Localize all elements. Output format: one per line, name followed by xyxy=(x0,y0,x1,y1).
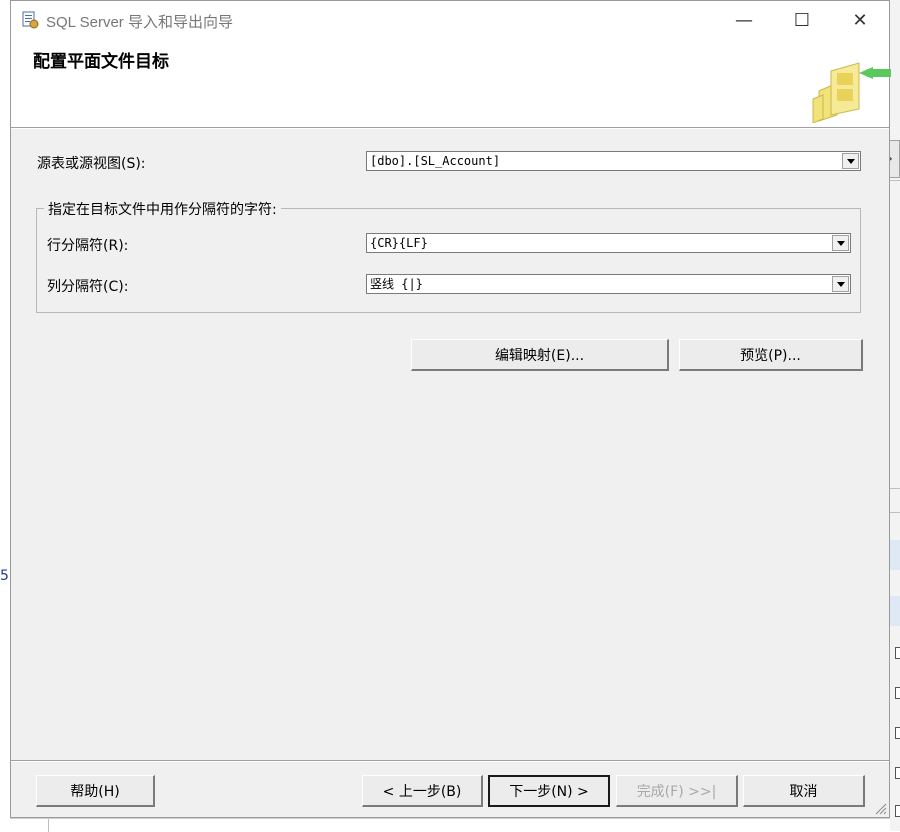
row-delimiter-label: 行分隔符(R): xyxy=(47,238,129,254)
resize-grip-icon[interactable] xyxy=(873,801,887,815)
delimiter-group xyxy=(36,208,861,313)
background-checkbox[interactable] xyxy=(895,647,900,659)
wizard-window: SQL Server 导入和导出向导 — ☐ ✕ 配置平面文件目标 源表或源视图… xyxy=(10,0,891,818)
finish-button: 完成(F) >>| xyxy=(616,775,738,807)
background-checkbox[interactable] xyxy=(895,805,900,817)
window-title: SQL Server 导入和导出向导 xyxy=(46,14,233,31)
row-delimiter-value: {CR}{LF} xyxy=(370,236,428,250)
background-right xyxy=(890,0,900,831)
close-button[interactable]: ✕ xyxy=(831,1,889,39)
next-button[interactable]: 下一步(N) > xyxy=(488,775,610,807)
maximize-button[interactable]: ☐ xyxy=(773,1,831,39)
row-delimiter-select[interactable]: {CR}{LF} xyxy=(366,233,851,253)
column-delimiter-dropdown-button[interactable] xyxy=(832,276,849,292)
column-delimiter-select[interactable]: 竖线 {|} xyxy=(366,274,851,294)
help-button[interactable]: 帮助(H) xyxy=(36,775,155,807)
background-left xyxy=(0,0,10,831)
column-delimiter-value: 竖线 {|} xyxy=(370,277,423,291)
column-delimiter-label: 列分隔符(C): xyxy=(47,279,129,295)
footer-divider-highlight xyxy=(11,761,889,762)
title-bar[interactable]: SQL Server 导入和导出向导 — ☐ ✕ xyxy=(11,1,889,39)
row-delimiter-dropdown-button[interactable] xyxy=(832,235,849,251)
minimize-icon: — xyxy=(735,9,753,31)
page-title: 配置平面文件目标 xyxy=(33,52,169,72)
background-checkbox[interactable] xyxy=(895,727,900,739)
minimize-button[interactable]: — xyxy=(715,1,773,39)
header-divider-highlight xyxy=(11,128,889,129)
background-bottom xyxy=(10,818,890,832)
chevron-down-icon xyxy=(846,158,855,164)
chevron-down-icon xyxy=(836,281,845,287)
edit-mappings-button[interactable]: 编辑映射(E)... xyxy=(411,339,669,371)
source-table-select[interactable]: [dbo].[SL_Account] xyxy=(366,151,861,171)
background-checkbox[interactable] xyxy=(895,767,900,779)
cancel-button[interactable]: 取消 xyxy=(743,775,865,807)
maximize-icon: ☐ xyxy=(793,9,811,31)
background-checkbox[interactable] xyxy=(895,687,900,699)
chevron-down-icon xyxy=(836,240,845,246)
wizard-header: 配置平面文件目标 xyxy=(11,39,891,127)
back-button[interactable]: < 上一步(B) xyxy=(362,775,483,807)
preview-button[interactable]: 预览(P)... xyxy=(679,339,863,371)
wizard-app-icon xyxy=(22,11,39,29)
delimiter-group-label: 指定在目标文件中用作分隔符的字符: xyxy=(44,199,281,219)
flat-file-destination-icon xyxy=(812,62,891,123)
close-icon: ✕ xyxy=(852,9,868,31)
source-table-value: [dbo].[SL_Account] xyxy=(370,154,501,168)
source-label: 源表或源视图(S): xyxy=(37,156,146,172)
source-dropdown-button[interactable] xyxy=(842,153,859,169)
